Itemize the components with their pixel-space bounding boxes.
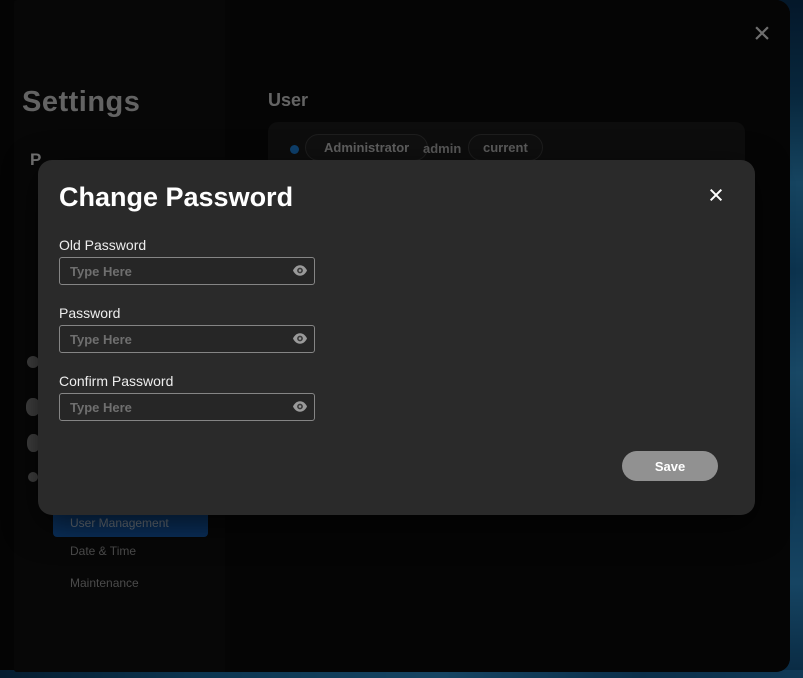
eye-icon[interactable] [293,333,307,344]
eye-icon[interactable] [293,265,307,276]
password-label: Password [59,305,120,321]
modal-title: Change Password [59,182,293,213]
save-button[interactable]: Save [622,451,718,481]
password-input[interactable] [59,325,315,353]
old-password-input[interactable] [59,257,315,285]
password-field-wrap [59,325,315,353]
confirm-password-input[interactable] [59,393,315,421]
old-password-field-wrap [59,257,315,285]
modal-close-icon[interactable]: × [700,180,732,212]
confirm-password-label: Confirm Password [59,373,173,389]
old-password-label: Old Password [59,237,146,253]
change-password-modal: Change Password × Old Password Password … [38,160,755,515]
eye-icon[interactable] [293,401,307,412]
confirm-password-field-wrap [59,393,315,421]
